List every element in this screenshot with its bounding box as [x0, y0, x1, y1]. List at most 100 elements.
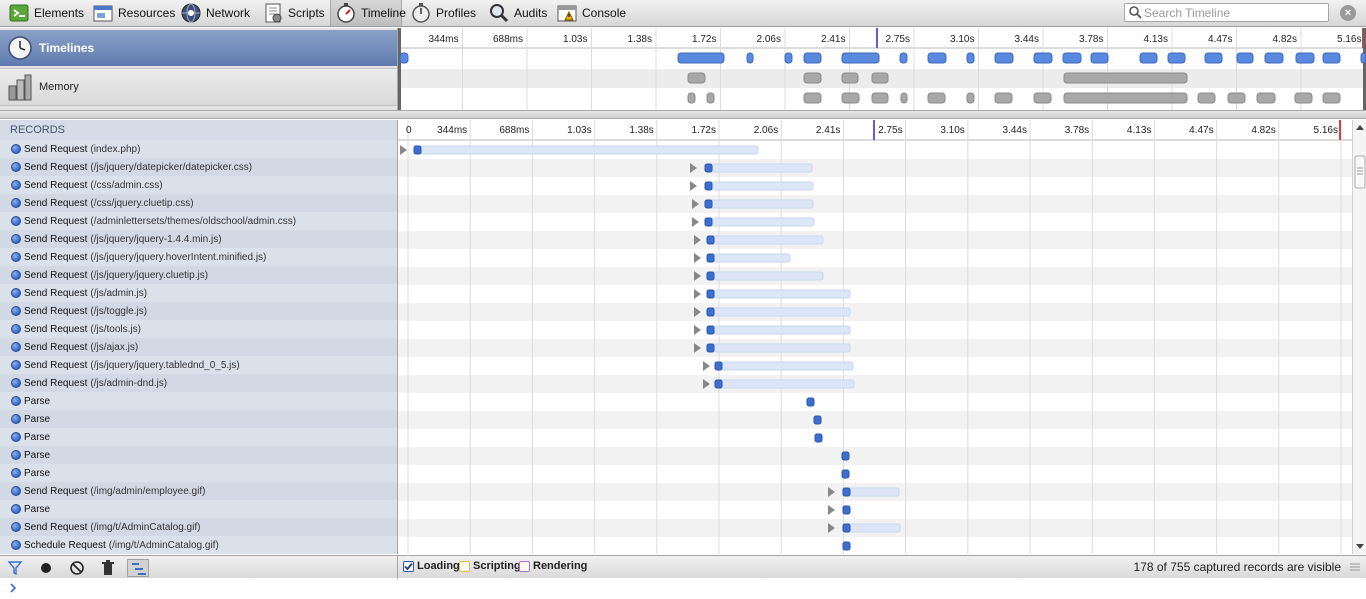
- record-detail: (/img/t/AdminCatalog.gif): [90, 521, 201, 533]
- loading-category-icon: [11, 522, 21, 532]
- overview-loading-bar: [1167, 52, 1186, 64]
- tab-timeline[interactable]: Timeline: [330, 0, 406, 26]
- console-prompt[interactable]: [0, 579, 1366, 596]
- overview-loading-bar: [1360, 52, 1366, 64]
- record-row[interactable]: Send Request (/adminlettersets/themes/old…: [0, 212, 397, 230]
- record-title: Parse: [24, 431, 51, 443]
- overview-loading-bar: [746, 52, 754, 64]
- overview-tick-label: 3.44s: [1015, 34, 1039, 45]
- record-row[interactable]: Send Request (/js/jquery/jquery.tablednd_…: [0, 356, 397, 374]
- filter-scripting[interactable]: Scripting: [459, 560, 521, 572]
- record-row[interactable]: Send Request (/css/admin.css): [0, 176, 397, 194]
- records-timeline[interactable]: 0 344ms 688ms 1.03s 1.38s 1.72s 2.06s 2.41s 2.75…: [398, 120, 1352, 554]
- loading-category-icon: [11, 162, 21, 172]
- search-field[interactable]: [1124, 3, 1329, 22]
- toggle-grouping-button[interactable]: [127, 559, 149, 577]
- network-globe-icon: [180, 2, 202, 24]
- record-button[interactable]: [35, 559, 57, 577]
- overview-timelines-label: Timelines: [39, 41, 95, 55]
- tab-network[interactable]: Network: [176, 0, 256, 26]
- search-input[interactable]: [1144, 4, 1324, 21]
- tab-elements[interactable]: Elements: [4, 0, 88, 26]
- record-title: Send Request: [24, 323, 88, 335]
- overview-timelines-item[interactable]: Timelines: [0, 30, 397, 66]
- record-dot-icon: [41, 563, 51, 573]
- timeline-stopwatch-icon: [335, 2, 357, 24]
- resize-grip-icon[interactable]: [1350, 562, 1360, 572]
- record-detail: (/js/jquery/jquery.cluetip.js): [90, 269, 209, 281]
- record-marker: [806, 397, 815, 407]
- resources-icon: [92, 2, 114, 24]
- record-row[interactable]: Parse: [0, 410, 397, 428]
- record-row[interactable]: Send Request (/js/tools.js): [0, 320, 397, 338]
- record-row[interactable]: Schedule Request (/img/t/AdminCatalog.gif…: [0, 536, 397, 554]
- tab-profiles[interactable]: Profiles: [406, 0, 484, 26]
- record-row[interactable]: Parse: [0, 446, 397, 464]
- record-row[interactable]: Send Request (/css/jquery.cluetip.css): [0, 194, 397, 212]
- record-row[interactable]: Send Request (/js/jquery/jquery.hoverInte…: [0, 248, 397, 266]
- record-detail: (/js/tools.js): [90, 323, 141, 335]
- scroll-thumb[interactable]: [1354, 155, 1366, 189]
- filter-loading[interactable]: Loading: [403, 560, 460, 572]
- record-row[interactable]: Parse: [0, 464, 397, 482]
- filter-button[interactable]: [4, 559, 26, 577]
- record-row[interactable]: Parse: [0, 428, 397, 446]
- overview-memory-bar: [900, 92, 908, 104]
- tab-audits[interactable]: Audits: [484, 0, 552, 26]
- overview-memory-bar: [706, 92, 715, 104]
- filter-checkbox[interactable]: [403, 560, 414, 572]
- record-title: Send Request: [24, 287, 88, 299]
- record-duration-bar: [717, 379, 855, 389]
- filter-label: Loading: [417, 560, 460, 572]
- record-row[interactable]: Send Request (/js/admin-dnd.js): [0, 374, 397, 392]
- record-row[interactable]: Send Request (/js/jquery/jquery-1.4.4.min…: [0, 230, 397, 248]
- record-row[interactable]: Send Request (/js/ajax.js): [0, 338, 397, 356]
- overview-left-handle[interactable]: [398, 28, 401, 110]
- tab-console[interactable]: Console: [552, 0, 628, 26]
- record-row[interactable]: Send Request (/js/jquery/datepicker/datep…: [0, 158, 397, 176]
- filter-checkbox[interactable]: [519, 560, 530, 572]
- record-row[interactable]: Send Request (/js/admin.js): [0, 284, 397, 302]
- records-tick-label: 2.41s: [816, 125, 840, 136]
- records-tick-label: 5.16s: [1314, 125, 1338, 136]
- overview-memory-item[interactable]: Memory: [0, 68, 397, 106]
- timeline-row: [398, 159, 1352, 177]
- overview-loading-bar: [1204, 52, 1223, 64]
- record-row[interactable]: Send Request (/js/toggle.js): [0, 302, 397, 320]
- record-detail: (/css/admin.css): [90, 179, 163, 191]
- scroll-up-arrow-icon[interactable]: [1356, 125, 1364, 130]
- scroll-down-arrow-icon[interactable]: [1356, 544, 1364, 549]
- record-row[interactable]: Send Request (/img/admin/employee.gif): [0, 482, 397, 500]
- overview-memory-bar: [1256, 92, 1276, 104]
- records-scrollbar[interactable]: [1352, 120, 1366, 554]
- record-row[interactable]: Parse: [0, 500, 397, 518]
- timeline-row: [398, 195, 1352, 213]
- timeline-row: [398, 411, 1352, 429]
- close-icon[interactable]: ×: [1340, 5, 1356, 21]
- records-tick-label: 4.47s: [1189, 125, 1213, 136]
- record-row[interactable]: Send Request (/img/t/AdminCatalog.gif): [0, 518, 397, 536]
- record-row[interactable]: Parse: [0, 392, 397, 410]
- record-duration-bar: [845, 523, 901, 533]
- tab-scripts[interactable]: Scripts: [258, 0, 328, 26]
- console-icon: [556, 2, 578, 24]
- record-detail: (/js/jquery/jquery.hoverIntent.minified.…: [90, 251, 267, 263]
- overview-tick-label: 344ms: [428, 34, 458, 45]
- overview-splitter[interactable]: [0, 110, 1366, 119]
- record-row[interactable]: Send Request (/js/jquery/jquery.cluetip.j…: [0, 266, 397, 284]
- records-tick-label: 688ms: [499, 125, 529, 136]
- filter-checkbox[interactable]: [459, 560, 470, 572]
- record-row[interactable]: Send Request (index.php): [0, 140, 397, 158]
- record-marker: [841, 451, 850, 461]
- overview-memory-bar: [1322, 92, 1341, 104]
- clear-button[interactable]: [66, 559, 88, 577]
- filter-rendering[interactable]: Rendering: [519, 560, 587, 572]
- tab-resources[interactable]: Resources: [88, 0, 176, 26]
- timeline-row: [398, 177, 1352, 195]
- loading-category-icon: [11, 306, 21, 316]
- overview-memory-label: Memory: [39, 81, 79, 93]
- record-marker: [842, 523, 851, 533]
- overview-timeline[interactable]: 344ms 688ms 1.03s 1.38s 1.72s 2.06s 2.41s 2.75s…: [398, 28, 1366, 110]
- timeline-row: [398, 393, 1352, 411]
- garbage-collect-button[interactable]: [97, 559, 119, 577]
